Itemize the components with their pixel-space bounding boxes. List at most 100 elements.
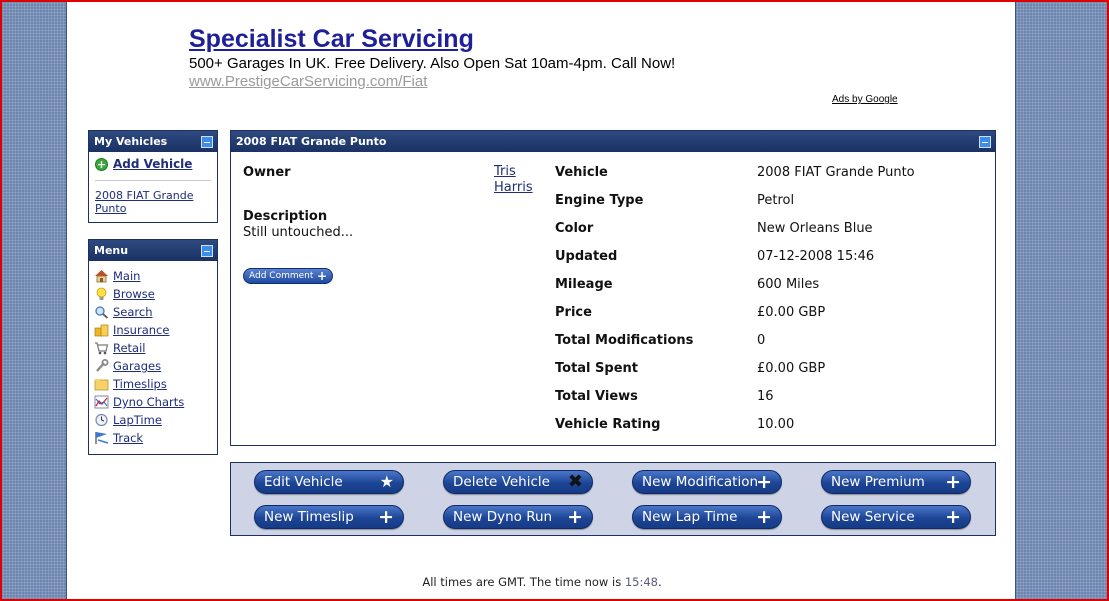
plus-icon: +: [945, 471, 961, 493]
button-label: New Timeslip: [264, 509, 354, 525]
new-dyno-run-button[interactable]: New Dyno Run +: [443, 505, 593, 529]
edit-vehicle-button[interactable]: Edit Vehicle ★: [254, 470, 404, 494]
spec-label: Vehicle: [555, 165, 608, 180]
spec-value: 16: [757, 389, 774, 404]
ad-text: 500+ Garages In UK. Free Delivery. Also …: [189, 55, 676, 72]
add-comment-button[interactable]: Add Comment +: [243, 268, 333, 284]
flag-icon: [94, 431, 109, 445]
menu-item-laptime[interactable]: LapTime: [94, 411, 212, 429]
menu-item-label[interactable]: LapTime: [113, 413, 162, 427]
my-vehicles-header: My Vehicles: [89, 131, 217, 152]
menu-item-label[interactable]: Insurance: [113, 323, 169, 337]
menu-box: Menu Main Browse Search Insurance Retail…: [88, 239, 218, 455]
vehicle-details-panel: 2008 FIAT Grande Punto Owner Tris Harris…: [230, 130, 996, 446]
menu-item-label[interactable]: Track: [113, 431, 143, 445]
button-label: New Premium: [831, 474, 925, 490]
new-premium-button[interactable]: New Premium +: [821, 470, 971, 494]
spec-value: Petrol: [757, 193, 795, 208]
menu-item-garages[interactable]: Garages: [94, 357, 212, 375]
spec-label: Total Spent: [555, 361, 638, 376]
spec-label: Total Views: [555, 389, 638, 404]
page-content: Specialist Car Servicing 500+ Garages In…: [66, 0, 1016, 601]
spec-value: £0.00 GBP: [757, 305, 826, 320]
my-vehicles-title: My Vehicles: [94, 135, 168, 148]
new-modification-button[interactable]: New Modification +: [632, 470, 782, 494]
new-service-button[interactable]: New Service +: [821, 505, 971, 529]
spec-value: 600 Miles: [757, 277, 820, 292]
menu-item-retail[interactable]: Retail: [94, 339, 212, 357]
footer-end: .: [658, 575, 662, 589]
menu-item-main[interactable]: Main: [94, 267, 212, 285]
add-vehicle-link[interactable]: Add Vehicle: [113, 157, 192, 171]
spec-label: Total Modifications: [555, 333, 694, 348]
current-time: 15:48: [624, 575, 658, 589]
ad-block: Specialist Car Servicing 500+ Garages In…: [189, 24, 909, 91]
spec-label: Engine Type: [555, 193, 644, 208]
insurance-icon: [94, 323, 109, 337]
ad-title-link[interactable]: Specialist Car Servicing: [189, 24, 909, 54]
plus-icon: +: [945, 506, 961, 528]
spec-value: 07-12-2008 15:46: [757, 249, 875, 264]
vehicle-panel-title: 2008 FIAT Grande Punto: [236, 135, 387, 148]
menu-item-label[interactable]: Browse: [113, 287, 155, 301]
spec-label: Mileage: [555, 277, 613, 292]
magnifier-icon: [94, 305, 109, 319]
vehicle-panel-header: 2008 FIAT Grande Punto: [231, 131, 995, 152]
menu-item-label[interactable]: Garages: [113, 359, 161, 373]
lightbulb-icon: [94, 287, 109, 301]
menu-item-label[interactable]: Dyno Charts: [113, 395, 184, 409]
button-label: Edit Vehicle: [264, 474, 343, 490]
add-circle-icon: +: [95, 157, 108, 171]
description-label: Description: [243, 209, 328, 224]
menu-item-label[interactable]: Main: [113, 269, 140, 283]
spec-label: Updated: [555, 249, 618, 264]
star-icon: ★: [379, 472, 394, 491]
home-icon: [94, 269, 109, 283]
menu-item-browse[interactable]: Browse: [94, 285, 212, 303]
my-vehicles-box: My Vehicles + Add Vehicle 2008 FIAT Gran…: [88, 130, 218, 223]
menu-item-label[interactable]: Retail: [113, 341, 146, 355]
button-label: New Lap Time: [642, 509, 738, 525]
plus-icon: +: [378, 506, 394, 528]
owner-name-link[interactable]: Tris Harris: [494, 164, 554, 196]
spec-label: Color: [555, 221, 594, 236]
menu-item-track[interactable]: Track: [94, 429, 212, 447]
plus-icon: +: [316, 269, 327, 283]
ad-url-link[interactable]: www.PrestigeCarServicing.com/Fiat: [189, 73, 909, 91]
minimize-icon[interactable]: [201, 245, 213, 257]
description-text: Still untouched...: [243, 225, 354, 240]
delete-vehicle-button[interactable]: Delete Vehicle ✖: [443, 470, 593, 494]
plus-icon: +: [756, 506, 772, 528]
menu-title: Menu: [94, 244, 129, 257]
menu-item-insurance[interactable]: Insurance: [94, 321, 212, 339]
new-lap-time-button[interactable]: New Lap Time +: [632, 505, 782, 529]
spec-label: Vehicle Rating: [555, 417, 661, 432]
new-timeslip-button[interactable]: New Timeslip +: [254, 505, 404, 529]
wrench-icon: [94, 359, 109, 373]
menu-header: Menu: [89, 240, 217, 261]
minimize-icon[interactable]: [201, 136, 213, 148]
vehicle-link[interactable]: 2008 FIAT Grande Punto: [95, 189, 211, 215]
button-label: New Modification: [642, 474, 759, 490]
vehicle-actions-panel: Edit Vehicle ★ Delete Vehicle ✖ New Modi…: [230, 462, 996, 536]
spec-value: £0.00 GBP: [757, 361, 826, 376]
ads-by-google-link[interactable]: Ads by Google: [832, 94, 898, 105]
spec-value: 0: [757, 333, 766, 348]
x-icon: ✖: [567, 471, 583, 492]
folder-icon: [94, 377, 109, 391]
button-label: New Dyno Run: [453, 509, 553, 525]
spec-value: 10.00: [757, 417, 795, 432]
menu-item-label[interactable]: Timeslips: [113, 377, 167, 391]
spec-value: New Orleans Blue: [757, 221, 873, 236]
menu-item-label[interactable]: Search: [113, 305, 153, 319]
spec-value: 2008 FIAT Grande Punto: [757, 165, 915, 180]
menu-item-timeslips[interactable]: Timeslips: [94, 375, 212, 393]
plus-icon: +: [567, 506, 583, 528]
minimize-icon[interactable]: [979, 136, 991, 148]
plus-icon: +: [756, 471, 772, 493]
clock-icon: [94, 413, 109, 427]
owner-label: Owner: [243, 165, 291, 180]
chart-icon: [94, 395, 109, 409]
menu-item-dyno-charts[interactable]: Dyno Charts: [94, 393, 212, 411]
menu-item-search[interactable]: Search: [94, 303, 212, 321]
